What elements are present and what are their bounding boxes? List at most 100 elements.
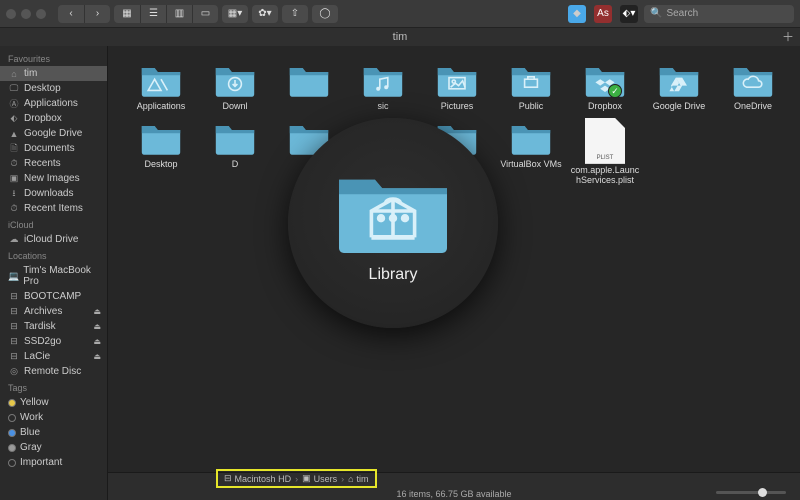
sidebar-item-dropbox[interactable]: ⬖Dropbox xyxy=(0,111,107,126)
path-segment-users[interactable]: ▣Users xyxy=(302,473,337,484)
new-tab-button[interactable]: ＋ xyxy=(782,28,794,46)
sidebar-item-documents[interactable]: 🗎Documents xyxy=(0,141,107,156)
folder-label: Applications xyxy=(137,102,186,112)
sidebar-item-label: BOOTCAMP xyxy=(24,291,81,302)
apps-icon: Ⓐ xyxy=(8,99,20,109)
folder-sic[interactable]: sic xyxy=(346,60,420,112)
folder-public[interactable]: Public xyxy=(494,60,568,112)
tags-button[interactable]: ◯ xyxy=(312,5,338,23)
eject-icon[interactable]: ⏏ xyxy=(93,337,101,346)
view-mode-group: ▦ ☰ ▥ ▭ xyxy=(114,5,218,23)
folder-virtualbox-vms[interactable]: VirtualBox VMs xyxy=(494,118,568,186)
close-window-button[interactable] xyxy=(6,9,16,19)
minimize-window-button[interactable] xyxy=(21,9,31,19)
menubar-dropbox-icon[interactable]: ⬖▾ xyxy=(620,5,638,23)
sidebar-item-tim-s-macbook-pro[interactable]: 💻Tim's MacBook Pro xyxy=(0,263,107,289)
sidebar-section-header: Locations xyxy=(0,247,107,263)
folder-downl[interactable]: Downl xyxy=(198,60,272,112)
sidebar-section-header: Favourites xyxy=(0,50,107,66)
forward-button[interactable]: › xyxy=(84,5,110,23)
disk-icon: ⊟ xyxy=(8,337,20,347)
folder-google-drive[interactable]: Google Drive xyxy=(642,60,716,112)
folder-com-apple-launchservices-plist[interactable]: PLISTcom.apple.LaunchServices.plist xyxy=(568,118,642,186)
column-view-button[interactable]: ▥ xyxy=(166,5,192,23)
sidebar-item-lacie[interactable]: ⊟LaCie⏏ xyxy=(0,349,107,364)
back-button[interactable]: ‹ xyxy=(58,5,84,23)
folder-onedrive[interactable]: OneDrive xyxy=(716,60,790,112)
sidebar-item-bootcamp[interactable]: ⊟BOOTCAMP xyxy=(0,289,107,304)
folder-d[interactable]: D xyxy=(198,118,272,186)
gallery-view-button[interactable]: ▭ xyxy=(192,5,218,23)
sidebar-item-new-images[interactable]: ▣New Images xyxy=(0,171,107,186)
folder-icon xyxy=(654,60,704,100)
sidebar-item-label: tim xyxy=(24,68,37,79)
home-icon: ⌂ xyxy=(348,474,353,484)
menubar-app-icon-1[interactable]: ◆ xyxy=(568,5,586,23)
sidebar-item-tardisk[interactable]: ⊟Tardisk⏏ xyxy=(0,319,107,334)
folder-item[interactable] xyxy=(272,60,346,112)
search-field[interactable]: 🔍 Search xyxy=(644,5,794,23)
sidebar-item-gray[interactable]: Gray xyxy=(0,440,107,455)
search-placeholder: Search xyxy=(666,8,698,19)
recent-icon: ⏱ xyxy=(8,159,20,169)
sidebar-item-important[interactable]: Important xyxy=(0,455,107,470)
group-by-button[interactable]: ▦▾ xyxy=(222,5,248,23)
sidebar-item-work[interactable]: Work xyxy=(0,410,107,425)
sidebar-item-label: New Images xyxy=(24,173,80,184)
folder-label: kes xyxy=(376,160,390,170)
sidebar-item-label: Recent Items xyxy=(24,203,83,214)
folder-desktop[interactable]: Desktop xyxy=(124,118,198,186)
sidebar-item-google-drive[interactable]: ▲Google Drive xyxy=(0,126,107,141)
sidebar-item-archives[interactable]: ⊟Archives⏏ xyxy=(0,304,107,319)
tag-dot-icon xyxy=(8,444,16,452)
folder-dropbox[interactable]: ✓Dropbox xyxy=(568,60,642,112)
fullscreen-window-button[interactable] xyxy=(36,9,46,19)
folder-pictures[interactable]: Pictures xyxy=(420,60,494,112)
sidebar-item-downloads[interactable]: ⭳Downloads xyxy=(0,186,107,201)
eject-icon[interactable]: ⏏ xyxy=(93,307,101,316)
folder-icon xyxy=(284,118,334,158)
sidebar-item-blue[interactable]: Blue xyxy=(0,425,107,440)
folder-retrieved-contents[interactable]: Retrieved Contents xyxy=(420,118,494,186)
path-segment-label: Users xyxy=(314,474,338,484)
folder-label: Public xyxy=(519,102,544,112)
sidebar-item-desktop[interactable]: 🖵Desktop xyxy=(0,81,107,96)
downloads-icon: ⭳ xyxy=(8,189,20,199)
eject-icon[interactable]: ⏏ xyxy=(93,352,101,361)
folder-icon: ▣ xyxy=(302,473,311,484)
sidebar-item-applications[interactable]: ⒶApplications xyxy=(0,96,107,111)
folder-applications[interactable]: Applications xyxy=(124,60,198,112)
sidebar-item-yellow[interactable]: Yellow xyxy=(0,395,107,410)
path-segment-tim[interactable]: ⌂tim xyxy=(348,474,368,484)
icon-view-button[interactable]: ▦ xyxy=(114,5,140,23)
sidebar-item-tim[interactable]: ⌂tim xyxy=(0,66,107,81)
finder-sidebar[interactable]: Favourites⌂tim🖵DesktopⒶApplications⬖Drop… xyxy=(0,46,108,500)
path-segment-macintosh-hd[interactable]: ⊟Macintosh HD xyxy=(224,473,291,484)
folder-label: Google Drive xyxy=(653,102,706,112)
folder-icon xyxy=(506,60,556,100)
folder-icon xyxy=(136,118,186,158)
icon-size-slider[interactable] xyxy=(716,491,786,494)
menubar-app-icon-2[interactable]: As xyxy=(594,5,612,23)
list-view-button[interactable]: ☰ xyxy=(140,5,166,23)
sidebar-item-recents[interactable]: ⏱Recents xyxy=(0,156,107,171)
path-bar[interactable]: ⊟Macintosh HD›▣Users›⌂tim xyxy=(216,469,377,488)
action-button[interactable]: ✿▾ xyxy=(252,5,278,23)
sidebar-item-ssd2go[interactable]: ⊟SSD2go⏏ xyxy=(0,334,107,349)
sidebar-item-icloud-drive[interactable]: ☁iCloud Drive xyxy=(0,232,107,247)
icon-grid-area[interactable]: Applications Downl sicPictures Public ✓Dropb… xyxy=(108,46,800,472)
folder-item[interactable] xyxy=(272,118,346,186)
window-title: tim xyxy=(393,31,408,43)
sidebar-item-recent-items[interactable]: ⏱Recent Items xyxy=(0,201,107,216)
disk-icon: ⊟ xyxy=(8,322,20,332)
folder-icon xyxy=(284,60,334,100)
eject-icon[interactable]: ⏏ xyxy=(93,322,101,331)
folder-kes[interactable]: kes xyxy=(346,118,420,186)
folder-label: Dropbox xyxy=(588,102,622,112)
tag-dot-icon xyxy=(8,414,16,422)
sidebar-item-label: Desktop xyxy=(24,83,61,94)
sidebar-item-label: Archives xyxy=(24,306,62,317)
sidebar-item-remote-disc[interactable]: ◎Remote Disc xyxy=(0,364,107,379)
share-button[interactable]: ⇧ xyxy=(282,5,308,23)
folder-label: VirtualBox VMs xyxy=(500,160,561,170)
